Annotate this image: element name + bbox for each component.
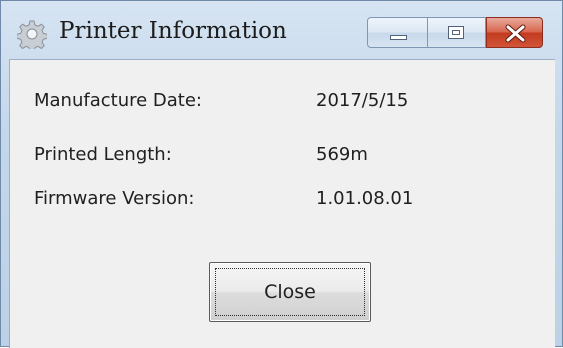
manufacture-date-value: 2017/5/15 — [316, 90, 409, 111]
close-icon — [487, 18, 544, 49]
close-button[interactable]: Close — [209, 262, 371, 322]
close-button-label: Close — [215, 268, 365, 316]
printer-information-window: Printer Information Manufacture Date: 20… — [0, 0, 563, 348]
minimize-button[interactable] — [367, 17, 428, 48]
gear-icon — [16, 19, 48, 53]
dialog-content: Manufacture Date: 2017/5/15 Printed Leng… — [9, 59, 555, 348]
window-close-button[interactable] — [486, 17, 543, 48]
manufacture-date-label: Manufacture Date: — [34, 90, 202, 111]
window-title: Printer Information — [59, 18, 287, 44]
minimize-icon — [390, 35, 407, 40]
caption-buttons — [367, 17, 543, 48]
title-bar[interactable]: Printer Information — [1, 1, 562, 59]
maximize-button[interactable] — [428, 17, 486, 48]
firmware-version-value: 1.01.08.01 — [316, 188, 414, 209]
printed-length-value: 569m — [316, 144, 368, 165]
printed-length-label: Printed Length: — [34, 144, 172, 165]
firmware-version-label: Firmware Version: — [34, 188, 195, 209]
maximize-icon — [448, 26, 464, 39]
